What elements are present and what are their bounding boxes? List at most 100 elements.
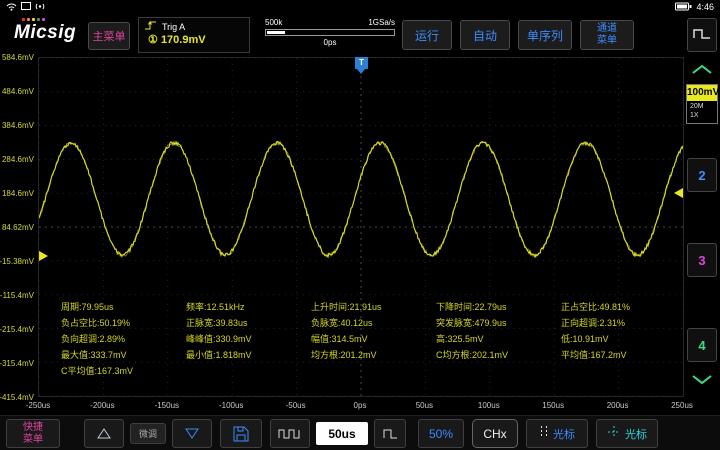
header-button-1[interactable]: 运行 (402, 20, 452, 50)
fine-tune-button[interactable]: 微调 (130, 423, 166, 444)
time-label: 200us (593, 401, 643, 410)
measurement-value: 频率:12.51kHz (186, 300, 310, 313)
battery-icon (675, 2, 692, 13)
time-label: -250us (13, 401, 63, 410)
channel-4-button[interactable]: 4 (687, 328, 717, 362)
voltage-label: -315.4mV (0, 359, 34, 368)
chevron-down-icon[interactable] (691, 372, 713, 390)
voltage-label: 484.6mV (2, 87, 34, 96)
ch1-bandwidth: 20M (690, 103, 704, 110)
hotspot-icon (35, 2, 45, 13)
measurement-value: 正占空比:49.81% (561, 300, 685, 313)
ch1-probe: 1X (690, 112, 699, 119)
ch1-scale-value: 100mV (687, 85, 717, 101)
channel-1-button[interactable]: 100mV 20M 1X (686, 84, 718, 124)
voltage-label: 284.6mV (2, 155, 34, 164)
memory-window-indicator (267, 31, 285, 34)
voltage-label: 184.6mV (2, 189, 34, 198)
time-label: 0ps (335, 401, 385, 410)
voltage-axis: 584.6mV 484.6mV 384.6mV 284.6mV 184.6mV 84.62… (0, 0, 36, 450)
cursor-cross-icon (607, 425, 621, 442)
header-button-2[interactable]: 自动 (460, 20, 510, 50)
cursor2-label: 光标 (625, 426, 647, 442)
time-label: -50us (271, 401, 321, 410)
single-pulse-icon (383, 428, 398, 440)
trigger-level-marker[interactable] (674, 188, 683, 198)
save-icon (233, 426, 249, 442)
sample-rate: 1GSa/s (368, 18, 395, 27)
double-pulse-icon (278, 428, 302, 440)
header-button-3[interactable]: 单序列 (518, 20, 572, 50)
voltage-label: 84.62mV (2, 223, 34, 232)
measurement-value: 负向超调:2.89% (61, 332, 185, 345)
nudge-down-button[interactable] (172, 419, 212, 448)
right-sidebar: 100mV 20M 1X 2 3 4 (684, 14, 720, 414)
trigger-channel-badge: ① (148, 34, 158, 46)
channel-select-button[interactable]: CHx (472, 419, 518, 448)
graticule[interactable]: T 周期:79.95us频率:12.51kHz上升时间:21.91us下降时间:… (38, 57, 684, 397)
voltage-label: 584.6mV (2, 53, 34, 62)
memory-depth: 500k (265, 18, 282, 27)
save-button[interactable] (220, 419, 262, 448)
clock: 4:46 (696, 2, 714, 12)
voltage-label: -15.38mV (0, 257, 34, 266)
time-axis: -250us -200us -150us -100us -50us 0ps 50us 100u… (0, 399, 684, 414)
toolbar: 快捷菜单 微调 50us 50% CHx 光标 光标 (0, 415, 720, 450)
header-button-group: 运行自动单序列通道菜单 (402, 20, 634, 50)
header: Micsig 主菜单 Trig A ① 170.9mV 500k 1GSa/s … (0, 14, 684, 56)
trigger-position-marker[interactable]: T (355, 57, 368, 69)
trigger-mode-button[interactable] (687, 18, 717, 52)
time-label: 100us (464, 401, 514, 410)
voltage-label: 384.6mV (2, 121, 34, 130)
triangle-down-icon (184, 427, 200, 440)
measurements-overlay: 周期:79.95us频率:12.51kHz上升时间:21.91us下降时间:22… (61, 300, 681, 390)
cursor-lines-icon (539, 425, 549, 442)
header-button-4[interactable]: 通道菜单 (580, 20, 634, 50)
time-label: 50us (399, 401, 449, 410)
time-label: -100us (206, 401, 256, 410)
time-label: -200us (77, 401, 127, 410)
nudge-up-button[interactable] (84, 419, 124, 448)
timebase-expand-button[interactable] (270, 419, 310, 448)
ch1-ground-marker[interactable] (39, 251, 48, 261)
measurement-value: C平均值:167.3mV (61, 364, 185, 377)
measurement-value: 平均值:167.2mV (561, 348, 685, 361)
measurement-value: 突发脉宽:479.9us (436, 316, 560, 329)
pulse-icon (693, 28, 711, 43)
memory-bar[interactable] (265, 29, 395, 36)
measurement-value: 高:325.5mV (436, 332, 560, 345)
measurement-value: C均方根:202.1mV (436, 348, 560, 361)
measurement-value: 均方根:201.2mV (311, 348, 435, 361)
memory-panel[interactable]: 500k 1GSa/s 0ps (262, 17, 398, 53)
chevron-up-icon[interactable] (691, 62, 713, 80)
time-label: -150us (142, 401, 192, 410)
main-menu-button[interactable]: 主菜单 (88, 22, 130, 50)
status-bar: 4:46 (0, 0, 720, 14)
measurement-value: 上升时间:21.91us (311, 300, 435, 313)
cursor-button-1[interactable]: 光标 (526, 419, 588, 448)
measurement-value: 负占空比:50.19% (61, 316, 185, 329)
voltage-label: -115.4mV (0, 291, 34, 300)
measurement-value: 下降时间:22.79us (436, 300, 560, 313)
quick-menu-button[interactable]: 快捷菜单 (6, 419, 60, 448)
measurement-value: 周期:79.95us (61, 300, 185, 313)
measurement-value: 峰峰值:330.9mV (186, 332, 310, 345)
trigger-panel[interactable]: Trig A ① 170.9mV (138, 17, 250, 53)
timebase-display[interactable]: 50us (316, 422, 368, 445)
measurement-value: 负脉宽:40.12us (311, 316, 435, 329)
measurement-value: 幅值:314.5mV (311, 332, 435, 345)
measurement-value: 最大值:333.7mV (61, 348, 185, 361)
channel-2-button[interactable]: 2 (687, 158, 717, 192)
timebase-compress-button[interactable] (374, 419, 406, 448)
measurement-value: 低:10.91mV (561, 332, 685, 345)
cursor-button-2[interactable]: 光标 (596, 419, 658, 448)
time-label: 150us (528, 401, 578, 410)
measurement-value: 最小值:1.818mV (186, 348, 310, 361)
measurement-value: 正向超调:2.31% (561, 316, 685, 329)
trigger-source-label: Trig A (162, 22, 185, 32)
trigger-level-value: 170.9mV (161, 34, 206, 46)
cursor1-label: 光标 (553, 426, 575, 442)
channel-3-button[interactable]: 3 (687, 243, 717, 277)
fifty-percent-button[interactable]: 50% (418, 419, 464, 448)
voltage-label: -215.4mV (0, 325, 34, 334)
